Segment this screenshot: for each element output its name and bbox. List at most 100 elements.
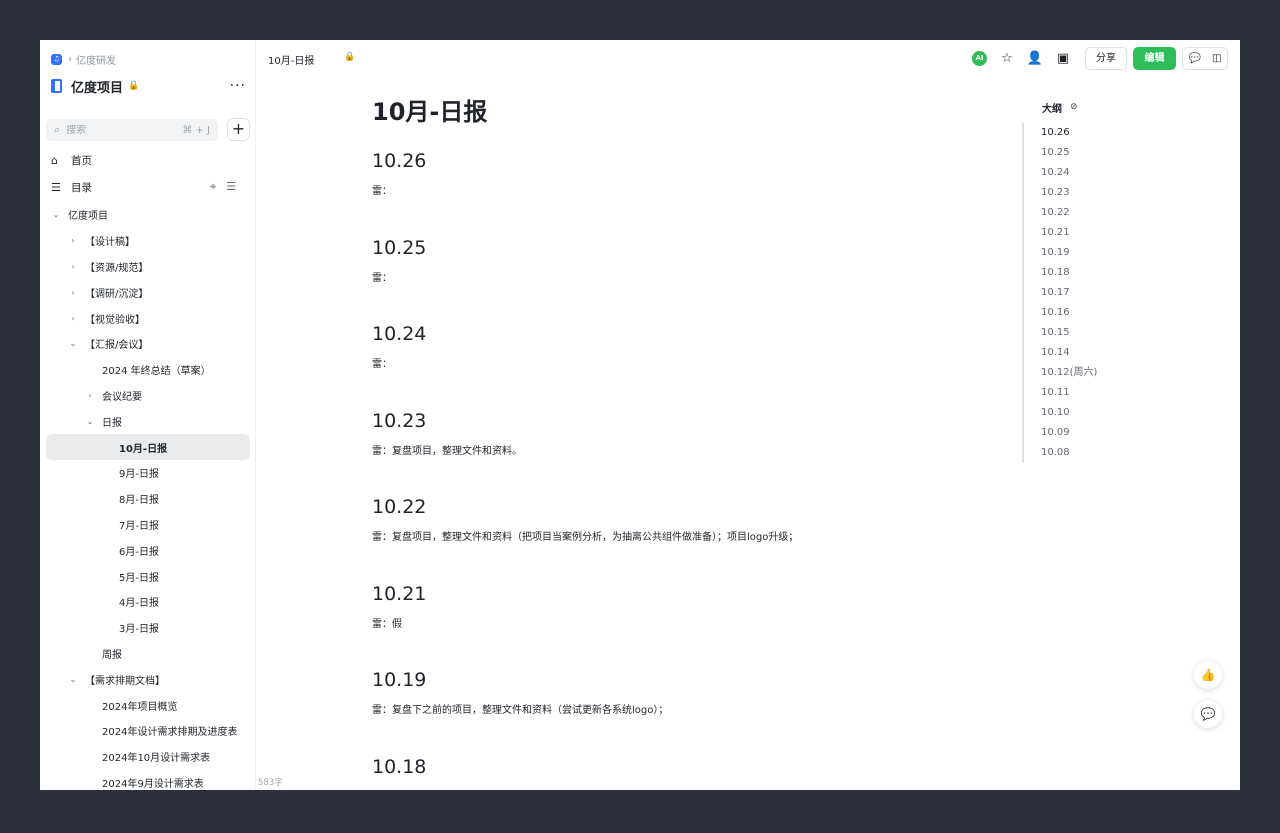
chevron-down-icon[interactable]: ⌄ [50,210,62,219]
tree-item[interactable]: 10月-日报 [46,434,250,460]
outline-item[interactable]: 10.09 [1041,423,1097,443]
tree-item-label: 亿度项目 [68,211,108,223]
tree-item[interactable]: ⌄ 【需求排期文档】 [46,666,250,692]
outline-item[interactable]: 10.23 [1041,183,1097,203]
outline-item[interactable]: 10.14 [1041,343,1097,363]
tree-item[interactable]: › 【视觉验收】 [46,305,250,331]
chevron-right-icon[interactable]: › [84,391,96,400]
tree-item-label: 【汇报/会议】 [85,340,149,352]
tree-item-label: 【需求排期文档】 [85,675,165,687]
tree-item-label: 【资源/规范】 [85,262,149,274]
entry-heading[interactable]: 10.19 [372,655,992,697]
tree-item-label: 【视觉验收】 [85,314,145,326]
chevron-right-icon[interactable]: › [67,236,79,245]
outline-item[interactable]: 10.18 [1041,263,1097,283]
outline-item[interactable]: 10.11 [1041,383,1097,403]
outline-item[interactable]: 10.22 [1041,203,1097,223]
chevron-right-icon[interactable]: › [67,288,79,297]
entry-body[interactable]: 雷：复盘项目，整理文件和资料。 [372,442,992,457]
entry-body[interactable]: 雷： [372,355,992,370]
entry-body[interactable]: 雷：复盘项目，整理文件和资料（把项目当案例分析，为抽离公共组件做准备）；项目lo… [372,528,992,543]
doc-title[interactable]: 10月-日报 [372,96,992,136]
share-button[interactable]: 分享 [1085,47,1127,70]
tree-item[interactable]: 2024年项目概览 [46,692,250,718]
entry-heading[interactable]: 10.23 [372,396,992,438]
outline-item[interactable]: 10.12(周六) [1041,363,1097,383]
add-member-icon[interactable]: 👤 [1021,47,1049,70]
like-button[interactable]: 👍 [1194,661,1222,689]
tree-item[interactable]: 2024年10月设计需求表 [46,744,250,770]
outline-item[interactable]: 10.16 [1041,303,1097,323]
entry-heading[interactable]: 10.22 [372,482,992,524]
outline-item[interactable]: 10.15 [1041,323,1097,343]
tree-item[interactable]: ⌄ 【汇报/会议】 [46,331,250,357]
tree-item[interactable]: 2024年9月设计需求表 [46,770,250,790]
tree-item[interactable]: ⌄ 日报 [46,408,250,434]
add-button[interactable]: + [227,118,250,141]
search-box[interactable]: ⌕ ⌘ + J [46,119,218,141]
chevron-right-icon[interactable]: › [67,314,79,323]
side-panel-icon[interactable]: ◫ [1212,53,1221,64]
nav-toc[interactable]: ☰ 目录 [51,177,92,197]
entry-heading[interactable]: 10.25 [372,223,992,265]
more-icon[interactable]: ··· [230,78,246,94]
outline-item[interactable]: 10.10 [1041,403,1097,423]
tree-item[interactable]: 5月-日报 [46,563,250,589]
chevron-down-icon[interactable]: ⌄ [67,339,79,348]
outline-item[interactable]: 10.08 [1041,443,1097,463]
search-input[interactable] [66,124,167,136]
outline-item[interactable]: 10.26 [1041,123,1097,143]
entry-heading[interactable]: 10.18 [372,742,992,784]
tree-item[interactable]: 2024年设计需求排期及进度表 [46,718,250,744]
tree-item[interactable]: › 【调研/沉淀】 [46,279,250,305]
entry-body[interactable]: 雷：复盘下之前的项目，整理文件和资料（尝试更新各系统logo）； [372,701,992,716]
nav-home[interactable]: ⌂ 首页 [51,150,92,170]
tree-item[interactable]: 8月-日报 [46,486,250,512]
edit-button[interactable]: 编辑 [1133,47,1176,70]
tree-item[interactable]: ⌄ 亿度项目 [46,202,250,228]
tree-item-label: 5月-日报 [119,572,159,584]
collapse-list-icon[interactable]: ☰ [226,180,236,194]
entry-body[interactable]: 雷： [372,269,992,284]
tree-item[interactable]: 6月-日报 [46,537,250,563]
tree-item[interactable]: 9月-日报 [46,460,250,486]
tree-item[interactable]: 7月-日报 [46,512,250,538]
outline-item[interactable]: 10.25 [1041,143,1097,163]
tree-item-label: 【调研/沉淀】 [85,288,149,300]
tree-item-label: 2024年项目概览 [102,701,178,713]
comment-icon[interactable]: 💬 [1189,53,1201,64]
lock-icon: 🔒 [128,81,140,91]
entry-heading[interactable]: 10.21 [372,569,992,611]
entry-heading[interactable]: 10.26 [372,136,992,178]
tree-item[interactable]: › 【资源/规范】 [46,254,250,280]
chevron-right-icon[interactable]: › [67,262,79,271]
entry-body[interactable]: 雷： [372,182,992,197]
outline-item[interactable]: 10.21 [1041,223,1097,243]
chevron-down-icon[interactable]: ⌄ [67,675,79,684]
entry-body[interactable]: 雷：假 [372,615,992,630]
space-title[interactable]: 亿度项目 [71,77,123,96]
outline-item[interactable]: 10.17 [1041,283,1097,303]
ai-icon[interactable]: AI [972,51,987,66]
tree-item[interactable]: 3月-日报 [46,615,250,641]
tree-item[interactable]: 周报 [46,641,250,667]
comment-button[interactable]: 💬 [1194,700,1222,728]
outline-item[interactable]: 10.19 [1041,243,1097,263]
app-logo-icon[interactable]: ♫ [51,53,62,65]
lock-icon[interactable]: 🔒 [344,52,355,62]
present-icon[interactable]: ▣ [1049,47,1077,70]
chevron-down-icon[interactable]: ⌄ [84,417,96,426]
outline-item[interactable]: 10.24 [1041,163,1097,183]
app-window: ♫ › 亿度研发 亿度项目 🔒 ··· ⌕ ⌘ + J + ⌂ 首页 ☰ 目录 … [40,40,1240,790]
eye-off-icon[interactable]: ⊘ [1070,102,1078,112]
doc-tab-title[interactable]: 10月-日报 [268,52,314,67]
locate-icon[interactable]: ⌖ [210,180,216,194]
tree-item[interactable]: › 【设计稿】 [46,228,250,254]
breadcrumb-space[interactable]: 亿度研发 [76,52,116,67]
tree-item[interactable]: › 会议纪要 [46,383,250,409]
entry-heading[interactable]: 10.24 [372,309,992,351]
tree-item[interactable]: 2024 年终总结（草案） [46,357,250,383]
tree-item[interactable]: 4月-日报 [46,589,250,615]
star-icon[interactable]: ☆ [993,47,1021,70]
doc-entry: 10.18 [372,742,992,791]
